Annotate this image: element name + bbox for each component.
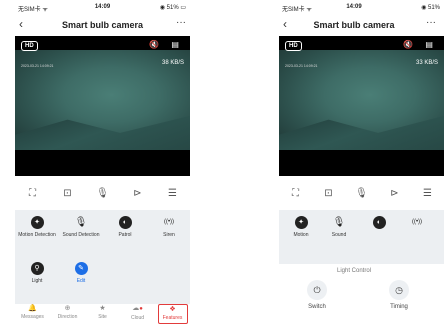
bell-icon: 🔔 [28,305,37,312]
nav-bar: ‹ Smart bulb camera ··· [15,14,190,34]
tab-label: Site [98,314,107,320]
tab-direction[interactable]: ⊕ Direction [53,304,83,324]
page-title: Smart bulb camera [61,20,144,30]
edit-button[interactable]: ✎ Edit [61,262,101,284]
patrol-icon: ◐ [372,216,386,229]
menu-icon[interactable]: ☰ [163,188,183,199]
feature-label: Light [31,278,43,284]
status-bar: 无SIM卡 ᯤ 14:09 ◉ 51% ▭ [15,0,190,14]
mute-and-settings-icons[interactable]: 🔇 ▤ [149,40,184,49]
video-timestamp: 2023-03-21 14:09:21 [21,64,54,68]
siren-button[interactable]: ((•)) Siren [149,216,189,238]
feature-label: Edit [76,278,86,284]
feature-label: Motion [293,232,309,238]
fullscreen-icon[interactable]: ⛶ [23,188,43,199]
phone-screen-light-control: 无SIM卡 ᯤ 14:09 ◉ 51% ‹ Smart bulb camera … [279,0,444,324]
video-timestamp: 2023-03-21 14:09:21 [285,64,318,68]
feature-label: Siren [163,232,175,238]
menu-icon[interactable]: ☰ [418,188,438,199]
camera-live-view[interactable]: HD 🔇 ▤ 2023-03-21 14:09:21 33 KB/S [279,36,444,176]
mute-and-settings-icons[interactable]: 🔇 ▤ [403,40,438,49]
tab-features[interactable]: ❖ Features [157,304,188,324]
feature-label: Sound Detection [62,232,100,238]
status-bar: 无SIM卡 ᯤ 14:09 ◉ 51% [279,0,444,14]
siren-icon: ((•)) [163,219,175,225]
sheet-title: Light Control [336,268,372,274]
microphone-icon[interactable]: 🎙 [352,188,372,199]
bitrate-label: 33 KB/S [415,60,438,66]
page-title: Smart bulb camera [313,20,395,30]
microphone-icon: 🎙 [332,217,346,228]
more-icon[interactable]: ··· [176,17,186,28]
motion-icon: ✦ [30,216,44,229]
motion-icon: ✦ [294,216,308,229]
siren-icon: ((•)) [411,219,423,225]
sound-detection-button[interactable]: 🎙 Sound [319,216,359,238]
tab-messages[interactable]: 🔔 Messages [18,304,48,324]
feature-label: Motion Detection [18,232,56,238]
siren-button[interactable]: ((•)) [397,216,437,229]
status-time: 14:09 [346,4,362,10]
patrol-icon: ◐ [118,216,132,229]
fullscreen-icon[interactable]: ⛶ [286,188,306,199]
battery-status: ◉ 51% [421,5,440,11]
camera-toolbar: ⛶ ⊡ 🎙 ⊳ ☰ [15,178,190,208]
tab-label: Messages [21,314,44,320]
feature-label: Sound [331,232,347,238]
record-icon[interactable]: ⊳ [128,188,148,199]
hd-button[interactable]: HD [21,41,38,51]
battery-status: ◉ 51% ▭ [159,5,186,11]
lightbulb-icon: ⚲ [30,262,44,275]
star-icon: ★ [99,305,106,312]
tab-label: Features [162,315,183,321]
tab-label: Cloud [130,315,145,321]
clock-icon: ◷ [389,280,409,300]
hd-button[interactable]: HD [285,41,302,51]
features-panel: ✦ Motion Detection 🎙 Sound Detection ◐ P… [15,210,190,304]
screenshot-icon[interactable]: ⊡ [58,188,78,199]
nav-bar: ‹ Smart bulb camera ··· [279,14,444,34]
pencil-icon: ✎ [74,262,88,275]
bottom-tab-bar: 🔔 Messages ⊕ Direction ★ Site ☁● Cloud ❖… [15,304,190,324]
light-button[interactable]: ⚲ Light [17,262,57,284]
motion-detection-button[interactable]: ✦ Motion [281,216,321,238]
screenshot-icon[interactable]: ⊡ [319,188,339,199]
tab-label: Direction [57,314,78,320]
motion-detection-button[interactable]: ✦ Motion Detection [17,216,57,238]
direction-icon: ⊕ [64,305,71,312]
sound-detection-button[interactable]: 🎙 Sound Detection [61,216,101,238]
feature-label: Patrol [118,232,132,238]
record-icon[interactable]: ⊳ [385,188,405,199]
microphone-icon[interactable]: 🎙 [93,188,113,199]
power-icon: ⏻ [307,280,327,300]
switch-button[interactable]: ⏻ Switch [297,280,337,310]
cloud-icon: ☁● [132,305,143,312]
tab-cloud[interactable]: ☁● Cloud [123,304,153,324]
sheet-item-label: Timing [390,304,408,310]
more-icon[interactable]: ··· [426,17,436,28]
microphone-icon: 🎙 [74,217,88,228]
features-icon: ❖ [169,306,176,313]
bitrate-label: 38 KB/S [161,60,184,66]
patrol-button[interactable]: ◐ [359,216,399,229]
timing-button[interactable]: ◷ Timing [379,280,419,310]
camera-live-view[interactable]: HD 🔇 ▤ 2023-03-21 14:09:21 38 KB/S [15,36,190,176]
patrol-button[interactable]: ◐ Patrol [105,216,145,238]
light-control-sheet: Light Control ⏻ Switch ◷ Timing [279,264,444,324]
phone-screen-features: 无SIM卡 ᯤ 14:09 ◉ 51% ▭ ‹ Smart bulb camer… [15,0,190,324]
tab-site[interactable]: ★ Site [88,304,118,324]
camera-toolbar: ⛶ ⊡ 🎙 ⊳ ☰ [279,178,444,208]
sheet-item-label: Switch [308,304,326,310]
